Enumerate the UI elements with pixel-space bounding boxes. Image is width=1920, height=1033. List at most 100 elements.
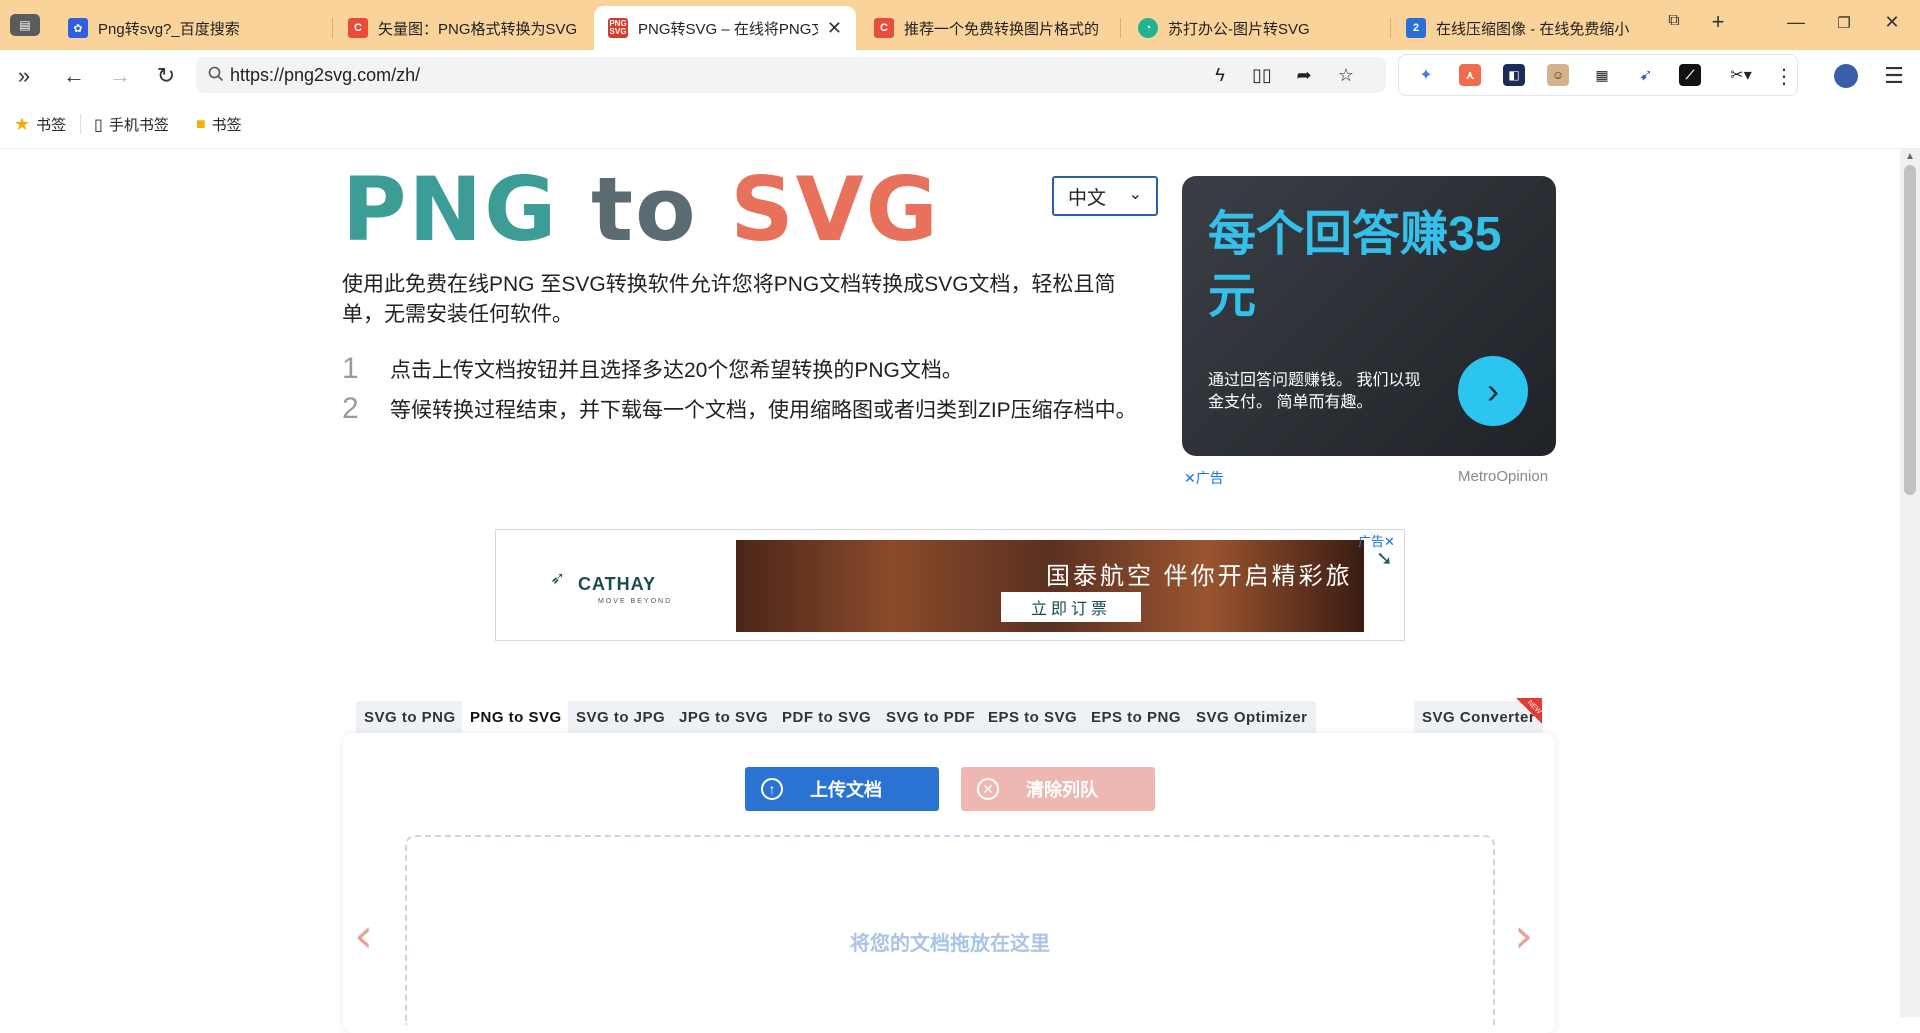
browser-tab[interactable]: ✿ Png转svg?_百度搜索: [54, 6, 324, 50]
lightning-icon[interactable]: ϟ: [1208, 65, 1232, 86]
language-value: 中文: [1068, 187, 1107, 209]
step-number: 1: [342, 352, 359, 385]
minimize-icon[interactable]: —: [1782, 12, 1810, 33]
avatar-extension-icon[interactable]: ☺: [1547, 64, 1569, 86]
logo-to: to: [591, 158, 698, 261]
reload-icon[interactable]: ↻: [152, 62, 180, 90]
new-tab-plus-icon[interactable]: +: [1704, 9, 1732, 35]
bookmarks-bar: ★ 书签 ▯ 手机书签 ■ 书签: [0, 100, 1920, 149]
browser-tab[interactable]: C 矢量图：PNG格式转换为SVG: [334, 6, 590, 50]
scissors-icon[interactable]: ✂▾: [1723, 64, 1759, 86]
close-ad-icon[interactable]: ✕: [1184, 470, 1196, 486]
png-svg-icon: PNG SVG: [608, 18, 628, 38]
tab-title: 苏打办公-图片转SVG: [1168, 20, 1310, 38]
tab-svg-to-jpg[interactable]: SVG to JPG: [568, 701, 674, 733]
tab-title: 推荐一个免费转换图片格式的: [904, 20, 1100, 38]
bookmark-item[interactable]: ▯ 手机书签: [94, 114, 169, 135]
tab-eps-to-png[interactable]: EPS to PNG: [1083, 701, 1190, 733]
upload-button[interactable]: ↑ 上传文档: [745, 767, 939, 811]
step-item: 1 点击上传文档按钮并且选择多达20个您希望转换的PNG文档。: [342, 352, 963, 386]
tab-title: 在线压缩图像 - 在线免费缩小: [1436, 20, 1630, 38]
tab-title: Png转svg?_百度搜索: [98, 20, 240, 38]
tab-jpg-to-svg[interactable]: JPG to SVG: [671, 701, 777, 733]
back-arrow-icon[interactable]: ←: [60, 62, 88, 90]
banner-brand-tagline: MOVE BEYOND: [598, 598, 673, 605]
site-logo[interactable]: PNG to SVG: [342, 166, 940, 254]
tab-svg-to-png[interactable]: SVG to PNG: [356, 701, 464, 733]
c-logo-icon: C: [874, 18, 894, 38]
tab-divider: [1390, 18, 1391, 38]
ad-body: 通过回答问题赚钱。 我们以现金支付。 简单而有趣。: [1208, 372, 1421, 411]
banner-photo: 国泰航空 伴你开启精彩旅程 立即订票: [736, 540, 1364, 632]
window-close-icon[interactable]: ✕: [1878, 12, 1906, 33]
extensions-bar: ✦ ⋏ ◧ ☺ ▦ ➹ ⟋ ✂▾: [1398, 54, 1798, 96]
browser-tab-strip: ▤ ✿ Png转svg?_百度搜索 C 矢量图：PNG格式转换为SVG PNG S…: [0, 0, 1920, 50]
forward-arrow-icon[interactable]: →: [106, 62, 134, 90]
clear-queue-button[interactable]: ✕ 清除列队: [961, 767, 1155, 811]
bookmark-label: 书签: [36, 117, 67, 134]
clear-button-label: 清除列队: [1026, 780, 1098, 800]
mobile-phone-icon: ▯: [94, 116, 103, 134]
chart-extension-icon[interactable]: ⟋: [1679, 64, 1701, 86]
bookmark-label: 手机书签: [108, 117, 169, 134]
bookmark-folder[interactable]: ■ 书签: [196, 114, 242, 135]
tab-list-icon[interactable]: ⧉: [1660, 12, 1688, 30]
sidebar-expand-icon[interactable]: »: [10, 62, 38, 90]
restore-icon[interactable]: ❐: [1830, 14, 1858, 32]
close-tab-icon[interactable]: ✕: [827, 18, 842, 39]
ad-advertiser[interactable]: MetroOpinion: [1458, 468, 1548, 485]
step-item: 2 等候转换过程结束，并下载每一个文档，使用缩略图或者归类到ZIP压缩存档中。: [342, 392, 1137, 426]
chevron-right-icon[interactable]: ›: [1514, 908, 1533, 964]
soda-icon: ◔: [1138, 18, 1158, 38]
hamburger-menu-icon[interactable]: ☰: [1880, 62, 1908, 90]
qr-code-icon[interactable]: ▦: [1591, 64, 1613, 86]
share-icon[interactable]: ➦: [1292, 65, 1316, 86]
screenshot-extension-icon[interactable]: ◧: [1503, 64, 1525, 86]
bookmark-label: 书签: [211, 117, 242, 134]
scrollbar-thumb[interactable]: [1904, 165, 1916, 495]
scroll-up-arrow-icon[interactable]: ▲: [1905, 151, 1915, 162]
address-bar[interactable]: https://png2svg.com/zh/ ϟ ▯▯ ➦ ☆: [196, 57, 1386, 93]
tab-png-to-svg[interactable]: PNG to SVG: [462, 701, 570, 733]
reader-mode-icon[interactable]: ▯▯: [1250, 65, 1274, 86]
step-text: 等候转换过程结束，并下载每一个文档，使用缩略图或者归类到ZIP压缩存档中。: [390, 399, 1137, 422]
url-text[interactable]: https://png2svg.com/zh/: [230, 65, 420, 86]
side-advertisement[interactable]: 每个回答赚35元 通过回答问题赚钱。 我们以现金支付。 简单而有趣。 ›: [1182, 176, 1556, 456]
dropzone-text: 将您的文档拖放在这里: [850, 933, 1050, 955]
tab-svg-to-pdf[interactable]: SVG to PDF: [878, 701, 984, 733]
tab-divider: [1120, 18, 1121, 38]
browser-tab-active[interactable]: PNG SVG PNG转SVG – 在线将PNG文 ✕: [594, 6, 856, 50]
tab-svg-optimizer[interactable]: SVG Optimizer: [1188, 701, 1316, 733]
sparkle-extension-icon[interactable]: ✦: [1415, 64, 1437, 86]
star-bookmark-icon[interactable]: ☆: [1334, 65, 1358, 86]
chevron-left-icon[interactable]: ‹: [354, 908, 373, 964]
browser-toolbar: » ← → ↻ https://png2svg.com/zh/ ϟ ▯▯ ➦ ☆…: [0, 50, 1920, 100]
logo-svg: SVG: [730, 158, 940, 261]
pdf-extension-icon[interactable]: ⋏: [1459, 64, 1481, 86]
language-select[interactable]: 中文 ⌄: [1052, 176, 1158, 216]
bookmark-item[interactable]: ★ 书签: [14, 114, 66, 135]
ad-choices[interactable]: ✕广告: [1184, 468, 1224, 488]
baidu-paw-icon: ✿: [68, 18, 88, 38]
file-dropzone[interactable]: 将您的文档拖放在这里: [405, 835, 1495, 1025]
tab-sidebar-toggle[interactable]: ▤: [10, 14, 40, 36]
tab-eps-to-svg[interactable]: EPS to SVG: [980, 701, 1086, 733]
banner-book-button[interactable]: 立即订票: [1001, 592, 1141, 622]
chevron-right-icon[interactable]: ›: [1458, 356, 1528, 426]
profile-avatar[interactable]: [1832, 62, 1860, 90]
x-circle-icon: ✕: [977, 778, 999, 800]
more-menu-icon[interactable]: ⋮: [1770, 62, 1798, 90]
browser-tab[interactable]: ◔ 苏打办公-图片转SVG: [1124, 6, 1384, 50]
ad-info-arrow-icon[interactable]: ➘: [1376, 546, 1393, 571]
browser-tab[interactable]: 2 在线压缩图像 - 在线免费缩小: [1392, 6, 1640, 50]
banner-advertisement[interactable]: ➶ CATHAY MOVE BEYOND 国泰航空 伴你开启精彩旅程 立即订票 …: [495, 529, 1405, 641]
step-number: 2: [342, 392, 359, 425]
arrow-up-circle-icon: ↑: [761, 778, 783, 800]
vertical-scrollbar[interactable]: ▲: [1900, 149, 1920, 1017]
tab-pdf-to-svg[interactable]: PDF to SVG: [774, 701, 880, 733]
c-logo-icon: C: [348, 18, 368, 38]
browser-tab[interactable]: C 推荐一个免费转换图片格式的: [860, 6, 1110, 50]
ad-headline: 每个回答赚35元: [1208, 208, 1502, 323]
bird-extension-icon[interactable]: ➹: [1635, 64, 1657, 86]
new-badge: NEW: [1516, 698, 1542, 724]
